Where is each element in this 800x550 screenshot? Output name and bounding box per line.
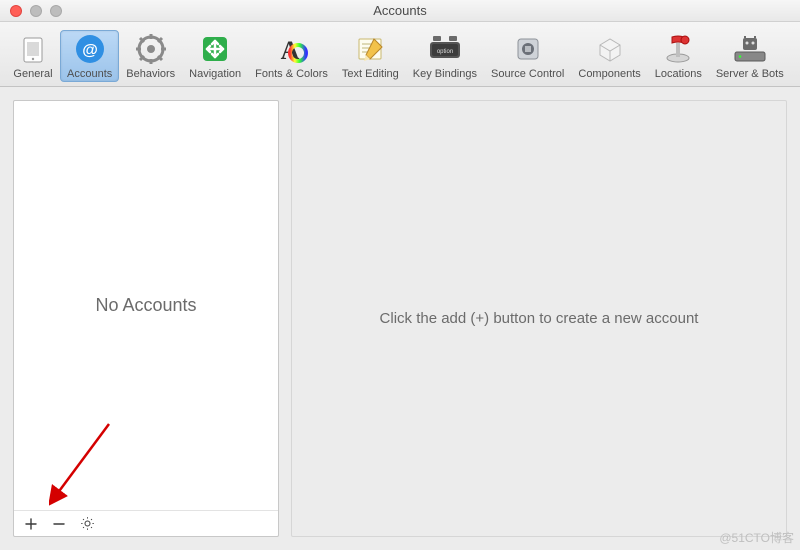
preferences-toolbar: General @ Accounts Behaviors Navigation A Font… xyxy=(0,22,800,87)
svg-text:option: option xyxy=(437,49,453,55)
zoom-window-button[interactable] xyxy=(50,5,62,17)
minimize-window-button[interactable] xyxy=(30,5,42,17)
tab-key-bindings[interactable]: option Key Bindings xyxy=(406,30,484,82)
tab-label: Source Control xyxy=(491,68,564,80)
tab-fonts-colors[interactable]: A Fonts & Colors xyxy=(248,30,335,82)
text-editing-icon xyxy=(353,32,387,66)
tab-label: Accounts xyxy=(67,68,112,80)
tab-source-control[interactable]: Source Control xyxy=(484,30,571,82)
source-control-icon xyxy=(511,32,545,66)
tab-label: Server & Bots xyxy=(716,68,784,80)
tab-label: Key Bindings xyxy=(413,68,477,80)
tab-text-editing[interactable]: Text Editing xyxy=(335,30,406,82)
tab-server-bots[interactable]: Server & Bots xyxy=(709,30,791,82)
traffic-lights xyxy=(0,5,62,17)
close-window-button[interactable] xyxy=(10,5,22,17)
tab-label: General xyxy=(13,68,52,80)
source-list-footer xyxy=(14,510,278,536)
no-accounts-label: No Accounts xyxy=(14,101,278,510)
tab-label: Components xyxy=(578,68,640,80)
watermark: @51CTO博客 xyxy=(719,529,794,546)
fonts-colors-icon: A xyxy=(275,32,309,66)
tab-label: Navigation xyxy=(189,68,241,80)
general-icon xyxy=(16,32,50,66)
minus-icon xyxy=(53,518,65,530)
tab-locations[interactable]: Locations xyxy=(648,30,709,82)
account-detail-pane: Click the add (+) button to create a new… xyxy=(291,100,787,537)
server-bots-icon xyxy=(733,32,767,66)
tab-components[interactable]: Components xyxy=(571,30,647,82)
tab-navigation[interactable]: Navigation xyxy=(182,30,248,82)
accounts-icon: @ xyxy=(73,32,107,66)
locations-icon xyxy=(661,32,695,66)
content-area: No Accounts Click the add (+) button to … xyxy=(0,87,800,550)
plus-icon xyxy=(25,518,37,530)
accounts-source-list[interactable]: No Accounts xyxy=(13,100,279,537)
tab-label: Behaviors xyxy=(126,68,175,80)
titlebar: Accounts xyxy=(0,0,800,22)
account-action-button[interactable] xyxy=(78,515,96,533)
gear-icon xyxy=(80,516,95,531)
window-title: Accounts xyxy=(0,3,800,18)
tab-behaviors[interactable]: Behaviors xyxy=(119,30,182,82)
empty-detail-message: Click the add (+) button to create a new… xyxy=(360,310,719,327)
key-bindings-icon: option xyxy=(428,32,462,66)
tab-label: Locations xyxy=(655,68,702,80)
remove-account-button[interactable] xyxy=(50,515,68,533)
tab-label: Text Editing xyxy=(342,68,399,80)
add-account-button[interactable] xyxy=(22,515,40,533)
tab-general[interactable]: General xyxy=(6,30,60,82)
components-icon xyxy=(593,32,627,66)
tab-accounts[interactable]: @ Accounts xyxy=(60,30,119,82)
tab-label: Fonts & Colors xyxy=(255,68,328,80)
navigation-icon xyxy=(198,32,232,66)
svg-text:@: @ xyxy=(82,42,98,59)
behaviors-icon xyxy=(134,32,168,66)
